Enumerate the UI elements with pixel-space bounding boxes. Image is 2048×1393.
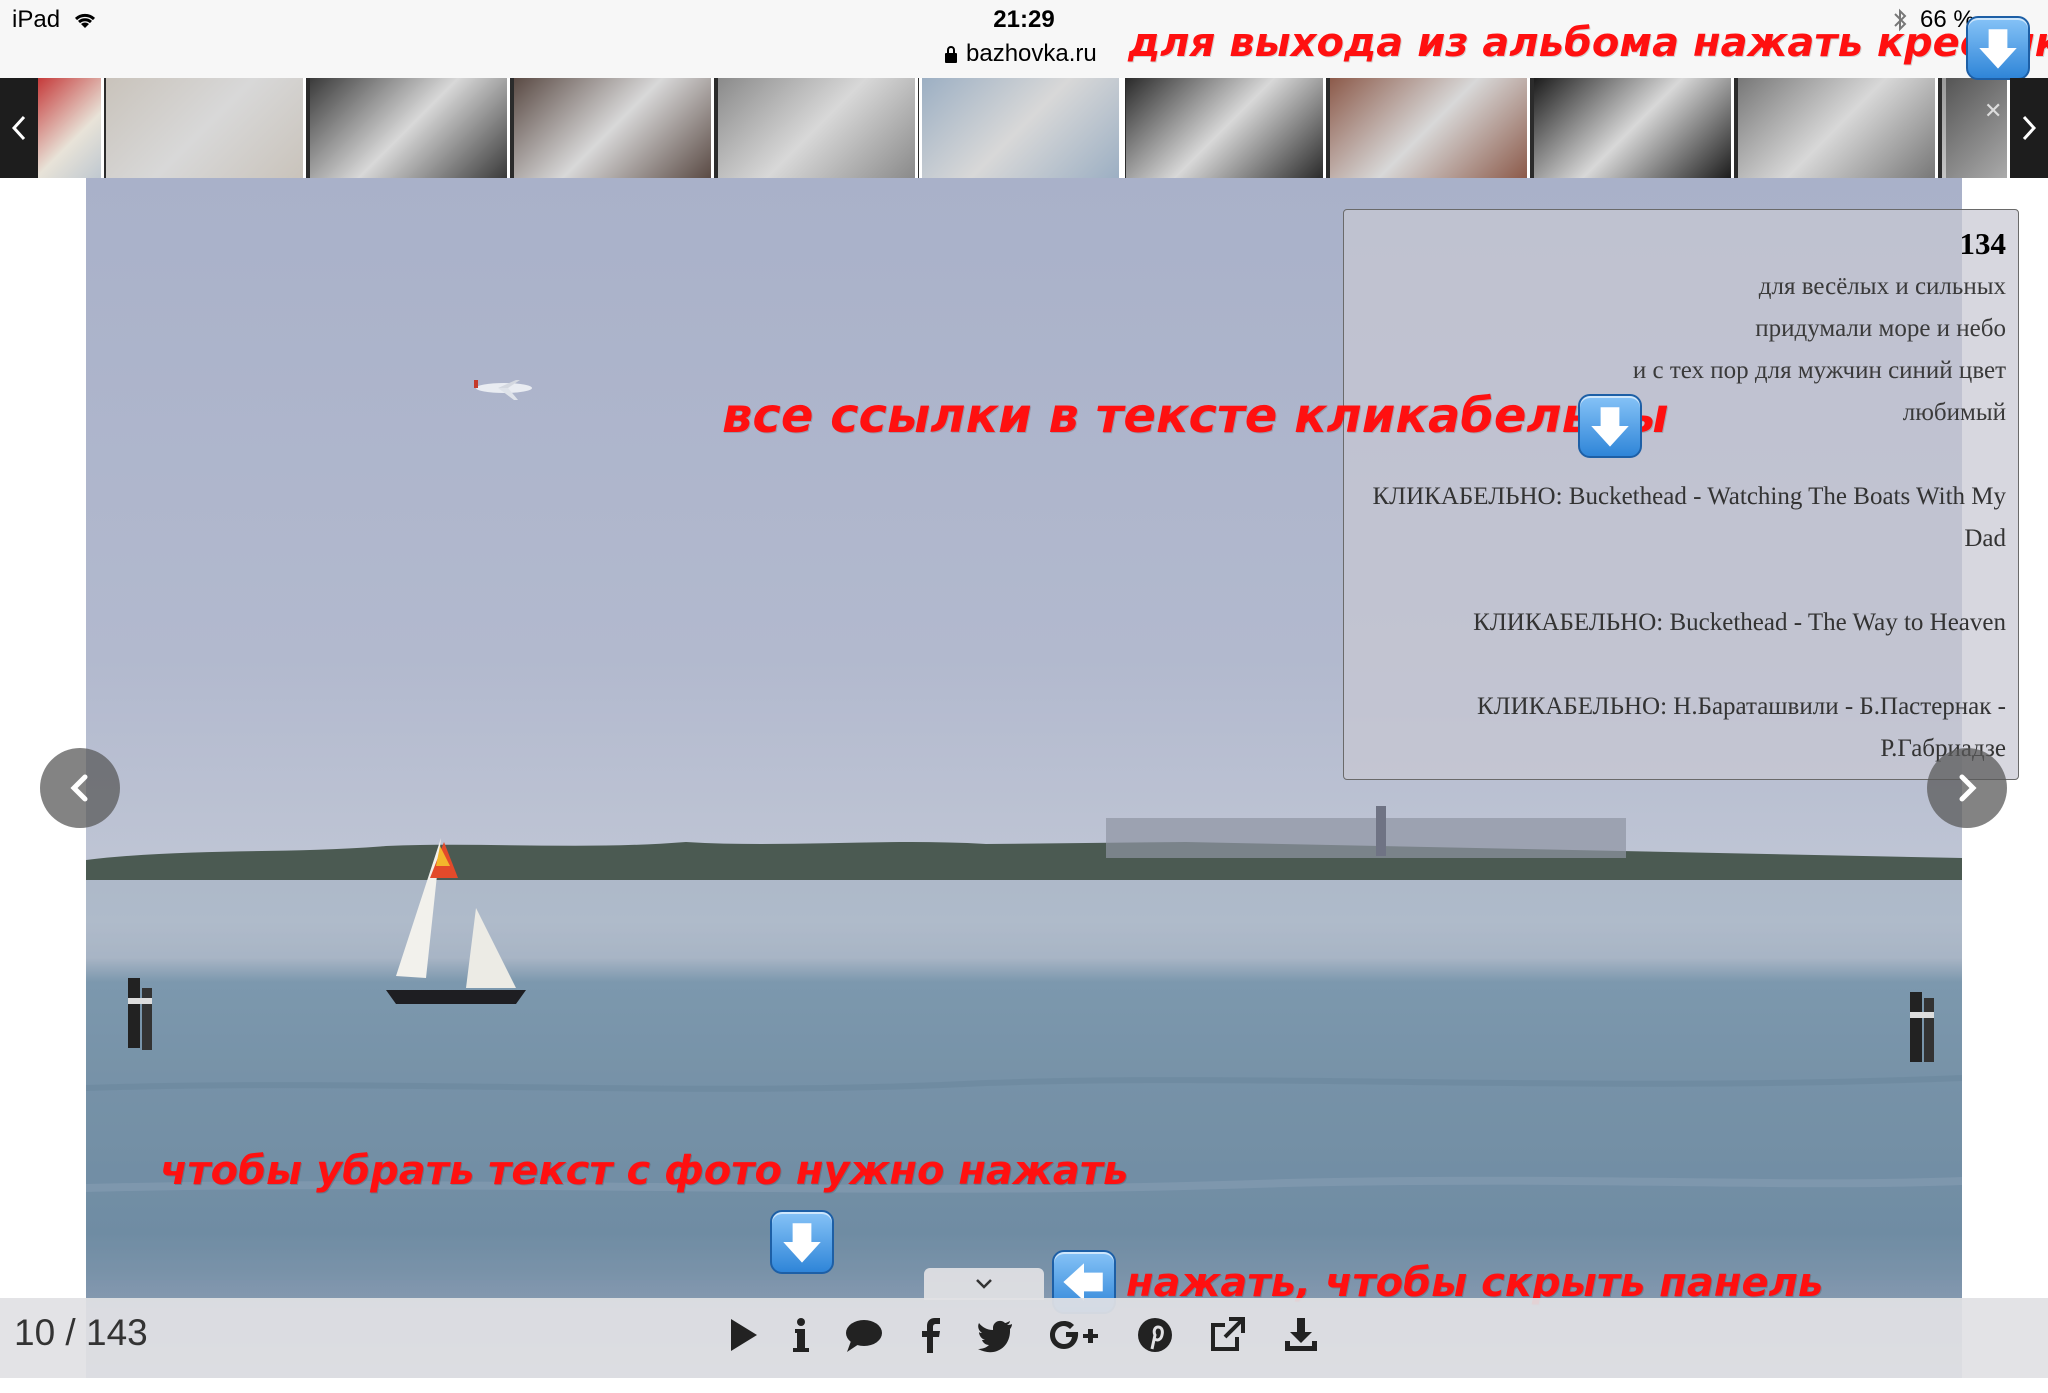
photo-number: 134 [1959,226,2007,261]
link-watching-the-boats[interactable]: КЛИКАБЕЛЬНО: Buckethead - Watching The B… [1356,476,2006,560]
thumbnail[interactable] [718,78,918,178]
google-plus-icon [1050,1321,1098,1349]
down-arrow-emoji-icon [1578,394,1642,458]
chevron-left-icon [11,115,26,141]
page-footer-strip [0,1378,2048,1393]
hide-panel-tab[interactable] [924,1268,1044,1300]
close-album-icon[interactable]: ✕ [1984,98,2002,124]
thumbnail[interactable] [1126,78,1326,178]
lock-icon [945,46,957,63]
link-way-to-heaven[interactable]: КЛИКАБЕЛЬНО: Buckethead - The Way to Hea… [1356,602,2006,644]
download-icon [1285,1318,1317,1351]
facebook-share-button[interactable] [906,1310,956,1360]
mooring-pole-right [1910,992,1934,1062]
chevron-right-icon [1959,774,1977,802]
chevron-left-icon [70,774,88,802]
strip-next-button[interactable] [2010,78,2048,178]
next-photo-button[interactable] [1927,748,2007,828]
thumbnail[interactable] [1946,78,2010,178]
thumbnail[interactable] [1330,78,1530,178]
poem-line: и с тех пор для мужчин синий цвет [1632,357,2006,384]
link-baratashvili[interactable]: КЛИКАБЕЛЬНО: Н.Бараташвили - Б.Пастернак… [1356,686,2006,770]
thumbnail-strip [0,78,2048,178]
thumbnail[interactable] [1738,78,1938,178]
hint-exit-album: для выхода из альбома нажать крестик [1128,20,2048,66]
open-external-icon [1211,1317,1245,1351]
airplane [474,380,532,400]
download-button[interactable] [1276,1310,1326,1360]
pinterest-share-button[interactable] [1130,1310,1180,1360]
chevron-right-icon [2022,115,2037,141]
poem-line: придумали море и небо [1755,315,2006,342]
twitter-share-button[interactable] [970,1310,1020,1360]
thumbnail[interactable] [38,78,104,178]
thumbnail[interactable] [919,78,1125,178]
photo-counter: 10 / 143 [14,1312,148,1353]
info-button[interactable] [776,1310,826,1360]
poem-line: для весёлых и сильных [1758,273,2006,300]
prev-photo-button[interactable] [40,748,120,828]
thumbnail[interactable] [514,78,714,178]
description-panel[interactable]: 134 для весёлых и сильных придумали море… [1343,209,2019,780]
facebook-icon [922,1318,940,1353]
info-icon [793,1318,809,1352]
thumbnail[interactable] [106,78,306,178]
strip-prev-button[interactable] [0,78,38,178]
play-icon [731,1319,757,1351]
chevron-down-icon [976,1279,992,1289]
comment-button[interactable] [838,1310,888,1360]
address-bar[interactable]: bazhovka.ru [944,40,1097,68]
hint-remove-text: чтобы убрать текст с фото нужно нажать [160,1148,1129,1194]
thumbnail[interactable] [310,78,510,178]
down-arrow-emoji-icon [1966,16,2030,80]
google-plus-share-button[interactable] [1046,1310,1106,1360]
down-arrow-emoji-icon [770,1210,834,1274]
url-text: bazhovka.ru [966,40,1097,67]
open-external-button[interactable] [1202,1310,1252,1360]
play-button[interactable] [718,1310,768,1360]
pinterest-icon [1138,1318,1172,1352]
mooring-pole-left [128,978,152,1050]
twitter-icon [978,1320,1012,1353]
hint-links-clickable: все ссылки в тексте кликабельны [722,388,1669,444]
comment-icon [846,1320,882,1352]
thumbnail[interactable] [1534,78,1734,178]
